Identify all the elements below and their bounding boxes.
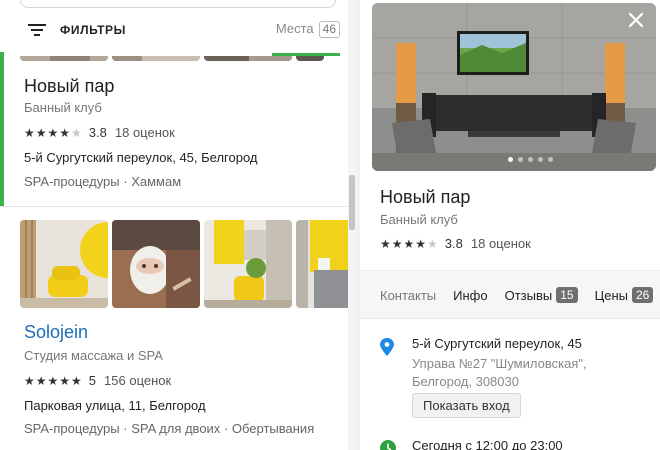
tab-reviews[interactable]: Отзывы 15 bbox=[505, 287, 578, 303]
result-tags: SPA-процедуры · Хаммам bbox=[24, 174, 182, 189]
tab-info[interactable]: Инфо bbox=[453, 288, 487, 303]
address-main[interactable]: 5-й Сургутский переулок, 45 bbox=[412, 336, 582, 351]
result-photo[interactable] bbox=[112, 52, 200, 61]
result-photos bbox=[20, 52, 324, 61]
carousel-dot[interactable] bbox=[528, 157, 533, 162]
filters-button[interactable]: ФИЛЬТРЫ bbox=[28, 18, 126, 42]
reviews-count[interactable]: 18 оценок bbox=[115, 125, 175, 140]
result-address: Парковая улица, 11, Белгород bbox=[24, 398, 206, 413]
address-city: Белгород, 308030 bbox=[412, 374, 519, 389]
reviews-count[interactable]: 156 оценок bbox=[104, 373, 171, 388]
result-title[interactable]: Solojein bbox=[24, 322, 88, 343]
tabs-divider bbox=[360, 318, 660, 319]
scrollbar-thumb[interactable] bbox=[349, 175, 355, 230]
rating-value: 5 bbox=[88, 373, 97, 388]
tab-prices[interactable]: Цены 26 bbox=[595, 287, 654, 303]
tab-label: Контакты bbox=[380, 287, 437, 303]
clock-icon bbox=[380, 440, 396, 450]
result-photo[interactable] bbox=[296, 52, 324, 61]
result-photo[interactable] bbox=[20, 220, 108, 308]
result-photo[interactable] bbox=[204, 52, 292, 61]
result-photo[interactable] bbox=[112, 220, 200, 308]
result-rating: ★★★★★ 5 156 оценок bbox=[24, 373, 171, 388]
result-photos bbox=[20, 220, 356, 308]
result-category: Банный клуб bbox=[24, 100, 102, 115]
rating-value: 3.8 bbox=[444, 236, 463, 251]
tab-contacts[interactable]: Контакты bbox=[380, 288, 436, 303]
tab-label: Инфо bbox=[453, 287, 488, 303]
result-card-novyy-par[interactable]: Новый пар Банный клуб ★★★★★ 3.8 18 оцено… bbox=[0, 52, 348, 206]
detail-tabs: Контакты Инфо Отзывы 15 Цены 26 bbox=[360, 271, 660, 319]
carousel-dot[interactable] bbox=[538, 157, 543, 162]
tag-link[interactable]: SPA-процедуры bbox=[24, 421, 120, 436]
filters-label: ФИЛЬТРЫ bbox=[60, 23, 126, 37]
tab-count-badge: 15 bbox=[556, 287, 578, 303]
carousel-dot[interactable] bbox=[548, 157, 553, 162]
show-entrance-button[interactable]: Показать вход bbox=[412, 393, 521, 418]
tag-link[interactable]: Хаммам bbox=[131, 174, 181, 189]
detail-category[interactable]: Банный клуб bbox=[380, 212, 458, 227]
tag-link[interactable]: SPA-процедуры bbox=[24, 174, 120, 189]
result-tags: SPA-процедуры · SPA для двоих · Обертыва… bbox=[24, 421, 315, 436]
detail-rating: ★★★★★ 3.8 18 оценок bbox=[380, 236, 531, 251]
carousel-dots bbox=[508, 157, 553, 162]
tag-link[interactable]: Обертывания bbox=[232, 421, 314, 436]
carousel-dot[interactable] bbox=[508, 157, 513, 162]
tab-count-badge: 26 bbox=[631, 287, 654, 303]
result-photo[interactable] bbox=[296, 220, 356, 308]
carousel-dot[interactable] bbox=[518, 157, 523, 162]
location-pin-icon bbox=[380, 338, 394, 356]
close-icon[interactable] bbox=[624, 8, 648, 32]
result-address: 5-й Сургутский переулок, 45, Белгород bbox=[24, 150, 258, 165]
address-extra: Управа №27 "Шумиловская", Белгород, 3080… bbox=[412, 355, 587, 391]
tag-link[interactable]: SPA для двоих bbox=[131, 421, 220, 436]
star-rating-icon: ★★★★★ bbox=[24, 125, 83, 140]
detail-panel: Новый пар Банный клуб ★★★★★ 3.8 18 оцено… bbox=[360, 0, 660, 450]
search-box-edge[interactable] bbox=[20, 0, 336, 8]
rating-value: 3.8 bbox=[88, 125, 107, 140]
places-count-badge: 46 bbox=[318, 21, 340, 38]
tab-label: Отзывы bbox=[504, 287, 553, 303]
star-rating-icon: ★★★★★ bbox=[380, 236, 439, 251]
tab-label: Цены bbox=[594, 287, 628, 303]
result-photo[interactable] bbox=[204, 220, 292, 308]
tab-places-label: Места bbox=[275, 21, 314, 36]
result-photo[interactable] bbox=[20, 52, 108, 61]
filter-bar: ФИЛЬТРЫ Места 46 bbox=[0, 8, 356, 56]
results-scrollbar[interactable] bbox=[348, 0, 356, 450]
result-rating: ★★★★★ 3.8 18 оценок bbox=[24, 125, 175, 140]
results-panel: ФИЛЬТРЫ Места 46 Новый пар Банный клуб ★… bbox=[0, 0, 356, 450]
star-rating-icon: ★★★★★ bbox=[24, 373, 83, 388]
result-card-solojein[interactable]: Solojein Студия массажа и SPA ★★★★★ 5 15… bbox=[0, 207, 356, 450]
photo-gallery[interactable] bbox=[372, 3, 656, 171]
filter-icon bbox=[28, 24, 46, 36]
address-district: Управа №27 "Шумиловская", bbox=[412, 356, 587, 371]
reviews-count[interactable]: 18 оценок bbox=[471, 236, 531, 251]
result-title[interactable]: Новый пар bbox=[24, 76, 114, 97]
detail-title: Новый пар bbox=[380, 187, 471, 207]
result-category: Студия массажа и SPA bbox=[24, 348, 163, 363]
tab-places[interactable]: Места 46 bbox=[272, 18, 340, 54]
hours-text[interactable]: Сегодня с 12:00 до 23:00 bbox=[412, 438, 563, 450]
